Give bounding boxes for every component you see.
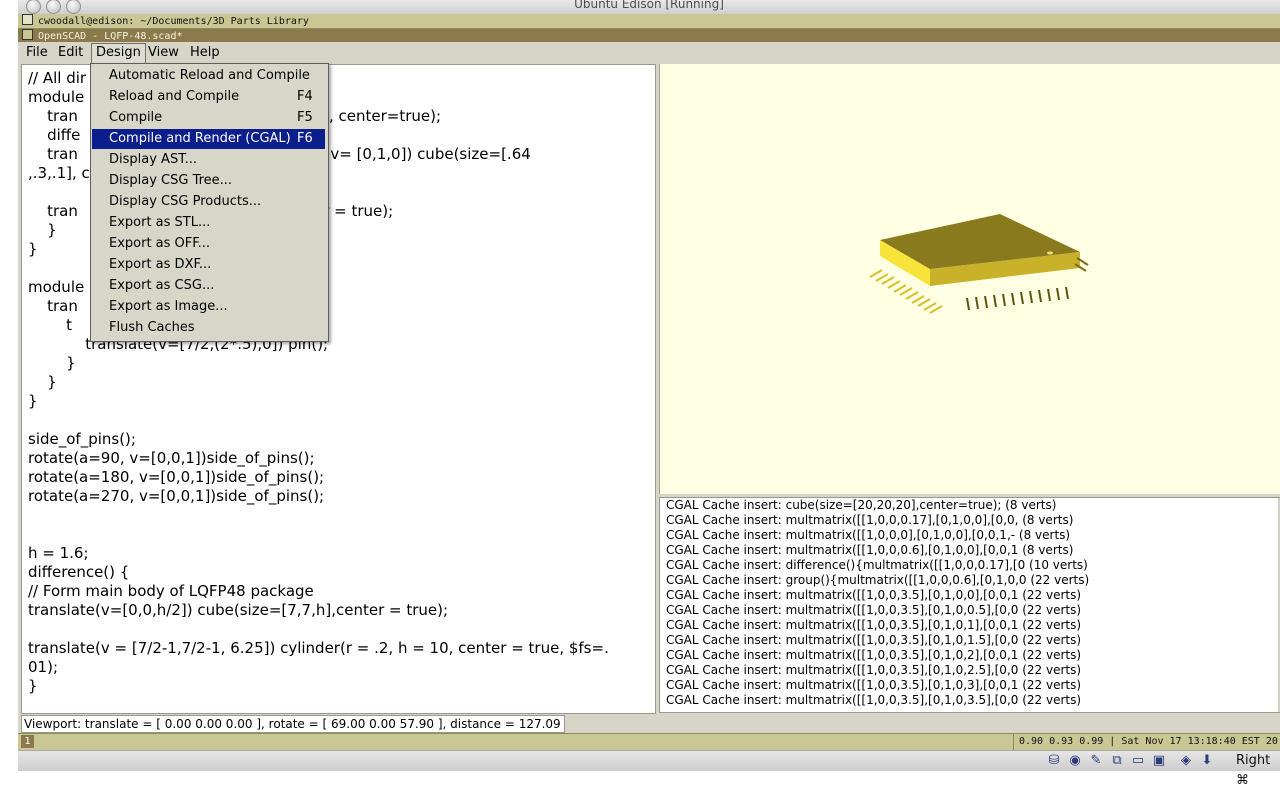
workspace-indicator[interactable]: 1 [21,735,34,748]
code-line: ,.3,.1], c [28,164,90,182]
menu-item-compile[interactable]: Compile F5 [92,108,325,128]
usb-icon[interactable]: ✎ [1089,754,1103,768]
optical-drive-icon[interactable]: ◉ [1068,754,1082,768]
menu-item-export-dxf[interactable]: Export as DXF... [92,255,325,275]
code-line: translate(v = [7/2-1,7/2-1, 6.25]) cylin… [28,639,609,657]
code-line: rotate(a=270, v=[0,0,1])side_of_pins(); [28,487,325,505]
console-line: CGAL Cache insert: multmatrix([[1,0,0,3.… [666,588,1082,602]
network-icon[interactable]: ⧉ [1110,754,1124,768]
console-line: CGAL Cache insert: multmatrix([[1,0,0,0.… [666,513,1074,527]
menu-edit[interactable]: Edit [54,44,87,62]
menu-item-automatic-reload[interactable]: Automatic Reload and Compile [92,66,325,86]
menu-item-reload-and-compile[interactable]: Reload and Compile F4 [92,87,325,107]
menu-bar: File Edit Design View Help [18,43,1280,63]
menu-help[interactable]: Help [186,44,224,62]
design-menu: Automatic Reload and Compile Reload and … [90,63,329,342]
code-line: } [28,677,38,695]
menu-item-flush-caches[interactable]: Flush Caches [92,318,325,338]
system-clock: 0.90 0.93 0.99 | Sat Nov 17 13:18:40 EST… [1013,734,1280,750]
code-line: } [28,392,38,410]
menu-item-export-off[interactable]: Export as OFF... [92,234,325,254]
code-line: translate(v=[0,0,h/2]) cube(size=[7,7,h]… [28,601,449,619]
viewport-status: Viewport: translate = [ 0.00 0.00 0.00 ]… [21,715,565,733]
keyboard-capture-icon[interactable]: ⬇ [1200,754,1214,768]
console-output[interactable]: CGAL Cache insert: cube(size=[20,20,20],… [659,497,1280,713]
openscad-title: OpenSCAD - LQFP-48.scad* [38,31,183,42]
console-line: CGAL Cache insert: multmatrix([[1,0,0,3.… [666,648,1082,662]
display-icon[interactable]: ▣ [1152,754,1166,768]
console-line: CGAL Cache insert: multmatrix([[1,0,0,3.… [666,693,1082,707]
console-line: CGAL Cache insert: multmatrix([[1,0,0,3.… [666,603,1082,617]
console-line: CGAL Cache insert: cube(size=[20,20,20],… [666,498,1057,512]
console-line: CGAL Cache insert: multmatrix([[1,0,0,3.… [666,663,1082,677]
console-line: CGAL Cache insert: multmatrix([[1,0,0,3.… [666,618,1082,632]
hard-disk-icon[interactable]: ⛁ [1047,754,1061,768]
mouse-integration-icon[interactable]: ◈ [1179,754,1193,768]
3d-viewport[interactable] [659,64,1280,494]
code-line: rotate(a=180, v=[0,0,1])side_of_pins(); [28,468,325,486]
console-line: CGAL Cache insert: multmatrix([[1,0,0,0]… [666,528,1071,542]
menu-item-export-image[interactable]: Export as Image... [92,297,325,317]
menu-file[interactable]: File [22,44,52,62]
virtualbox-statusbar: ⛁ ◉ ✎ ⧉ ▭ ▣ ◈ ⬇ Right ⌘ [18,750,1280,788]
code-line: } [28,373,57,391]
code-line: module [28,278,85,296]
code-line: rotate(a=90, v=[0,0,1])side_of_pins(); [28,449,315,467]
vm-taskbar: 1 0.90 0.93 0.99 | Sat Nov 17 13:18:40 E… [18,733,1280,750]
console-line: CGAL Cache insert: multmatrix([[1,0,0,0.… [666,543,1074,557]
code-line: } [28,354,76,372]
menu-item-display-ast[interactable]: Display AST... [92,150,325,170]
shared-folders-icon[interactable]: ▭ [1131,754,1145,768]
mac-window-titlebar: Ubuntu Edison [Running] [18,0,1280,15]
code-line: difference() { [28,563,130,581]
console-line: CGAL Cache insert: difference(){multmatr… [666,558,1088,572]
console-line: CGAL Cache insert: multmatrix([[1,0,0,3.… [666,633,1082,647]
menu-item-export-csg[interactable]: Export as CSG... [92,276,325,296]
code-line: // Form main body of LQFP48 package [28,582,314,600]
menu-design[interactable]: Design [91,43,146,63]
terminal-title: cwoodall@edison: ~/Documents/3D Parts Li… [38,16,309,27]
code-line: } [28,240,38,258]
openscad-title-bar[interactable]: OpenSCAD - LQFP-48.scad* [18,29,1280,42]
code-line: tran [28,297,78,315]
window-box-icon [22,29,33,40]
menu-item-display-csg-products[interactable]: Display CSG Products... [92,192,325,212]
code-line: } [28,221,57,239]
mac-window-title: Ubuntu Edison [Running] [574,0,724,11]
menu-view[interactable]: View [144,44,183,62]
code-line: h = 1.6; [28,544,89,562]
code-line: // All dir [28,69,87,87]
host-key-label: Right ⌘ [1236,753,1271,788]
code-line: module [28,88,85,106]
menu-item-display-csg-tree[interactable]: Display CSG Tree... [92,171,325,191]
code-line: t [28,316,73,334]
code-line: diffe [28,126,81,144]
console-line: CGAL Cache insert: multmatrix([[1,0,0,3.… [666,678,1082,692]
lqfp48-model-render [869,214,1089,314]
console-line: CGAL Cache insert: group(){multmatrix([[… [666,573,1090,587]
menu-item-compile-and-render[interactable]: Compile and Render (CGAL) F6 [92,129,325,149]
terminal-title-bar[interactable]: cwoodall@edison: ~/Documents/3D Parts Li… [18,14,1280,29]
menu-item-export-stl[interactable]: Export as STL... [92,213,325,233]
code-line: 01); [28,658,58,676]
window-box-icon [22,14,33,25]
code-line: side_of_pins(); [28,430,136,448]
